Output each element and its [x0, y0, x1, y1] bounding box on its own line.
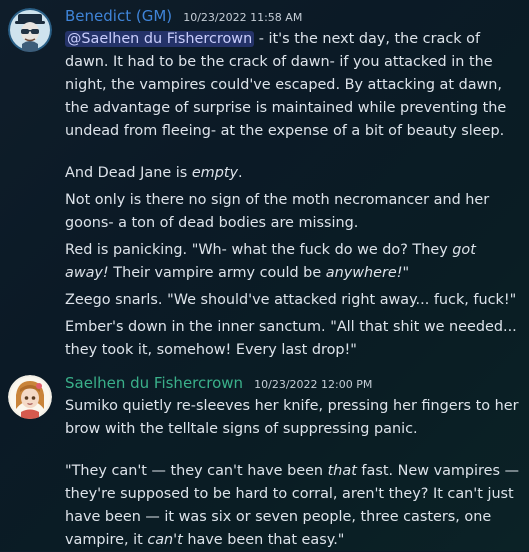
- message-emphasis: anywhere!": [325, 265, 410, 281]
- message-header: Saelhen du Fishercrown 10/23/2022 12:00 …: [65, 373, 372, 393]
- message-text: And Dead Jane is: [65, 165, 192, 181]
- message-paragraph: "They can't — they can't have been that …: [65, 460, 523, 552]
- timestamp: 10/23/2022 11:58 AM: [183, 11, 303, 24]
- message-body: Sumiko quietly re-sleeves her knife, pre…: [65, 395, 523, 552]
- message-paragraph: Ember's down in the inner sanctum. "All …: [65, 316, 523, 362]
- message-paragraph: Red is panicking. "Wh- what the fuck do …: [65, 239, 523, 285]
- message-emphasis: that: [327, 463, 357, 479]
- message-text: Red is panicking. "Wh- what the fuck do …: [65, 242, 453, 258]
- message-paragraph: And Dead Jane is empty.: [65, 162, 523, 185]
- username[interactable]: Benedict (GM): [65, 7, 172, 25]
- message-text: Zeego snarls. "We should've attacked rig…: [65, 292, 517, 308]
- message-text: "They can't — they can't have been: [65, 463, 328, 479]
- user-mention[interactable]: @Saelhen du Fishercrown: [65, 31, 255, 47]
- message-text: - it's the next day, the crack of dawn. …: [65, 31, 507, 139]
- avatar-gm-icon: [8, 8, 52, 52]
- avatar-character-icon: [8, 375, 52, 419]
- avatar[interactable]: [8, 8, 52, 52]
- message-paragraph: Sumiko quietly re-sleeves her knife, pre…: [65, 395, 523, 441]
- chat-log: Benedict (GM) 10/23/2022 11:58 AM @Saelh…: [0, 0, 529, 551]
- message-text: have been that easy.": [182, 532, 345, 548]
- avatar[interactable]: [8, 375, 52, 419]
- message-body: @Saelhen du Fishercrown - it's the next …: [65, 28, 523, 362]
- message-text: Sumiko quietly re-sleeves her knife, pre…: [65, 398, 519, 437]
- message-text: Ember's down in the inner sanctum. "All …: [65, 319, 517, 358]
- message-header: Benedict (GM) 10/23/2022 11:58 AM: [65, 6, 302, 26]
- message-emphasis: empty: [191, 165, 238, 181]
- message-paragraph: Not only is there no sign of the moth ne…: [65, 189, 523, 235]
- message-paragraph: Zeego snarls. "We should've attacked rig…: [65, 289, 523, 312]
- message-paragraph: @Saelhen du Fishercrown - it's the next …: [65, 28, 523, 143]
- timestamp: 10/23/2022 12:00 PM: [254, 378, 373, 391]
- message-text: Their vampire army could be: [108, 265, 326, 281]
- message-emphasis: can't: [147, 532, 183, 548]
- message-text: .: [238, 165, 243, 181]
- message-text: Not only is there no sign of the moth ne…: [65, 192, 490, 231]
- username[interactable]: Saelhen du Fishercrown: [65, 374, 243, 392]
